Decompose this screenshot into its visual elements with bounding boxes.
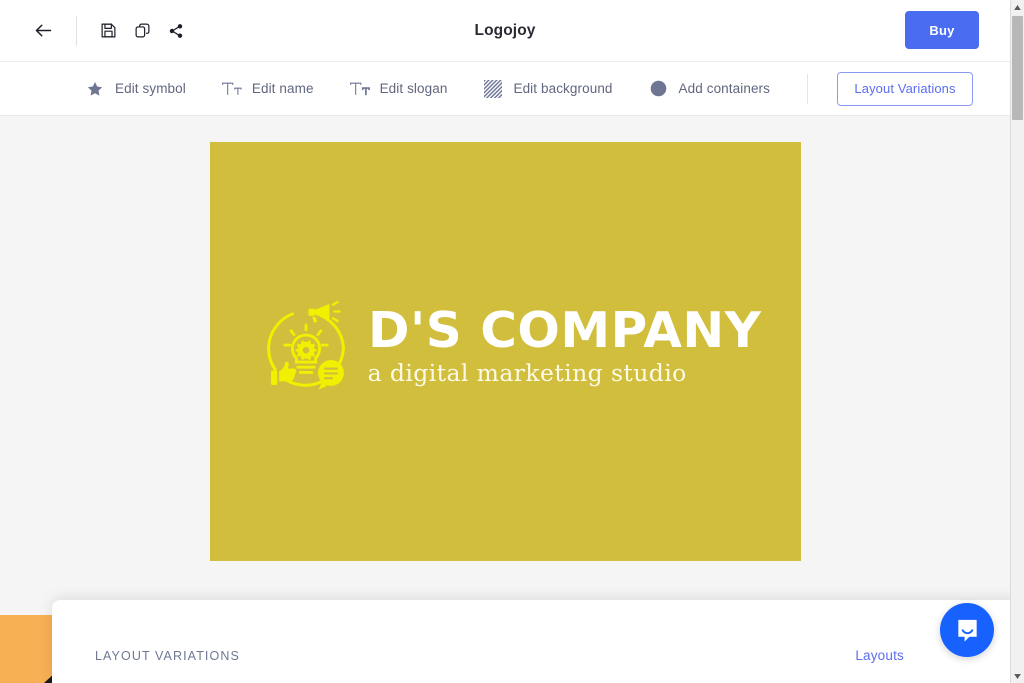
logo-lockup: D'S COMPANY a digital marketing studio	[258, 300, 761, 396]
circle-icon	[648, 78, 670, 100]
intercom-chat-button[interactable]	[940, 603, 994, 657]
top-bar-actions	[0, 0, 193, 61]
top-bar-divider	[76, 15, 77, 46]
layout-variations-panel: LAYOUT VARIATIONS Layouts	[52, 600, 1020, 683]
layout-variations-button[interactable]: Layout Variations	[837, 71, 974, 106]
scroll-down-arrow-icon[interactable]	[1011, 669, 1024, 683]
scrollbar-thumb[interactable]	[1012, 16, 1023, 120]
app-root: Logojoy Buy Edit symbol Edit name Edit s…	[0, 0, 1024, 683]
logo-text: D'S COMPANY a digital marketing studio	[368, 306, 761, 387]
logo-slogan[interactable]: a digital marketing studio	[368, 360, 754, 387]
tool-label: Edit symbol	[115, 81, 186, 96]
save-floppy-icon[interactable]	[91, 14, 125, 48]
top-bar: Logojoy Buy	[0, 0, 1010, 62]
tool-edit-symbol[interactable]: Edit symbol	[84, 62, 186, 115]
tool-edit-background[interactable]: Edit background	[482, 62, 612, 115]
logo-canvas[interactable]: D'S COMPANY a digital marketing studio	[0, 116, 1010, 683]
tool-add-containers[interactable]: Add containers	[648, 62, 770, 115]
share-icon[interactable]	[159, 14, 193, 48]
text-small-icon	[349, 78, 371, 100]
back-arrow-icon[interactable]	[26, 14, 60, 48]
tool-label: Edit name	[251, 81, 314, 96]
diagonal-stripes-icon	[482, 78, 504, 100]
star-icon	[84, 78, 106, 100]
panel-title: LAYOUT VARIATIONS	[95, 649, 240, 663]
vertical-scrollbar[interactable]	[1010, 0, 1024, 683]
lightbulb-gear-megaphone-thumbsup-chat-icon	[266, 300, 345, 390]
buy-button[interactable]: Buy	[905, 11, 979, 49]
tool-edit-slogan[interactable]: Edit slogan	[349, 62, 448, 115]
logo-name[interactable]: D'S COMPANY	[368, 306, 761, 355]
layouts-link[interactable]: Layouts	[855, 648, 904, 663]
tool-label: Edit background	[513, 81, 613, 96]
tool-edit-name[interactable]: Edit name	[221, 62, 314, 115]
tool-label: Add containers	[678, 81, 771, 96]
tool-label: Edit slogan	[379, 81, 448, 96]
scroll-up-arrow-icon[interactable]	[1011, 0, 1024, 14]
toolbar-divider	[807, 73, 809, 104]
logo-preview-card[interactable]: D'S COMPANY a digital marketing studio	[210, 142, 801, 561]
intercom-chat-icon	[957, 619, 977, 642]
edit-toolbar: Edit symbol Edit name Edit slogan Edit b…	[0, 62, 1010, 116]
duplicate-icon[interactable]	[125, 14, 159, 48]
text-large-icon	[221, 78, 243, 100]
